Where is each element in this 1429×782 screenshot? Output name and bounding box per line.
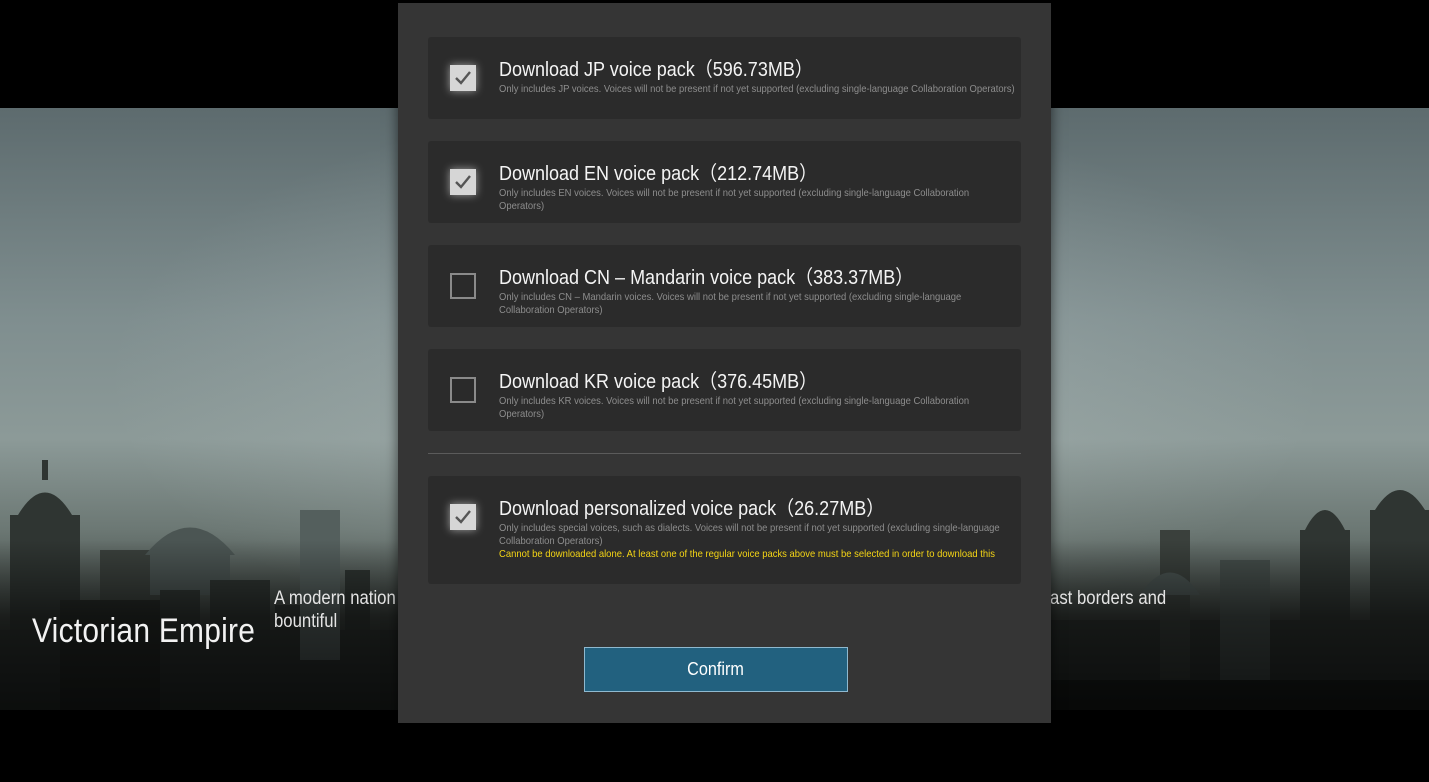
en-voice-pack-checkbox[interactable] [450,169,476,195]
cn-voice-pack-checkbox[interactable] [450,273,476,299]
cn-voice-pack-title: Download CN – Mandarin voice pack（383.37… [499,267,914,289]
confirm-button[interactable]: Confirm [584,647,848,692]
kr-voice-pack-title: Download KR voice pack（376.45MB） [499,371,818,393]
personalized-voice-pack-option[interactable]: Download personalized voice pack（26.27MB… [428,476,1021,584]
en-voice-pack-description: Only includes EN voices. Voices will not… [499,187,970,212]
jp-voice-pack-description: Only includes JP voices. Voices will not… [499,83,1015,95]
en-voice-pack-title: Download EN voice pack（212.74MB） [499,163,818,185]
personalized-voice-pack-description: Only includes special voices, such as di… [499,522,1000,547]
jp-voice-pack-title: Download JP voice pack（596.73MB） [499,59,813,81]
kr-voice-pack-description: Only includes KR voices. Voices will not… [499,395,970,420]
divider [428,453,1021,454]
personalized-voice-pack-title: Download personalized voice pack（26.27MB… [499,498,885,520]
checkmark-icon [455,175,471,189]
kr-voice-pack-option[interactable]: Download KR voice pack（376.45MB） Only in… [428,349,1021,431]
cn-voice-pack-option[interactable]: Download CN – Mandarin voice pack（383.37… [428,245,1021,327]
en-voice-pack-option[interactable]: Download EN voice pack（212.74MB） Only in… [428,141,1021,223]
kr-voice-pack-checkbox[interactable] [450,377,476,403]
region-title: Victorian Empire [32,612,256,650]
personalized-voice-pack-warning: Cannot be downloaded alone. At least one… [499,548,995,560]
region-description-left: A modern nation [274,588,396,609]
cn-voice-pack-description: Only includes CN – Mandarin voices. Voic… [499,291,962,316]
personalized-voice-pack-checkbox[interactable] [450,504,476,530]
confirm-button-label: Confirm [687,659,745,679]
jp-voice-pack-option[interactable]: Download JP voice pack（596.73MB） Only in… [428,37,1021,119]
checkmark-icon [455,510,471,524]
voice-pack-dialog: Download JP voice pack（596.73MB） Only in… [398,3,1051,723]
jp-voice-pack-checkbox[interactable] [450,65,476,91]
checkmark-icon [455,71,471,85]
